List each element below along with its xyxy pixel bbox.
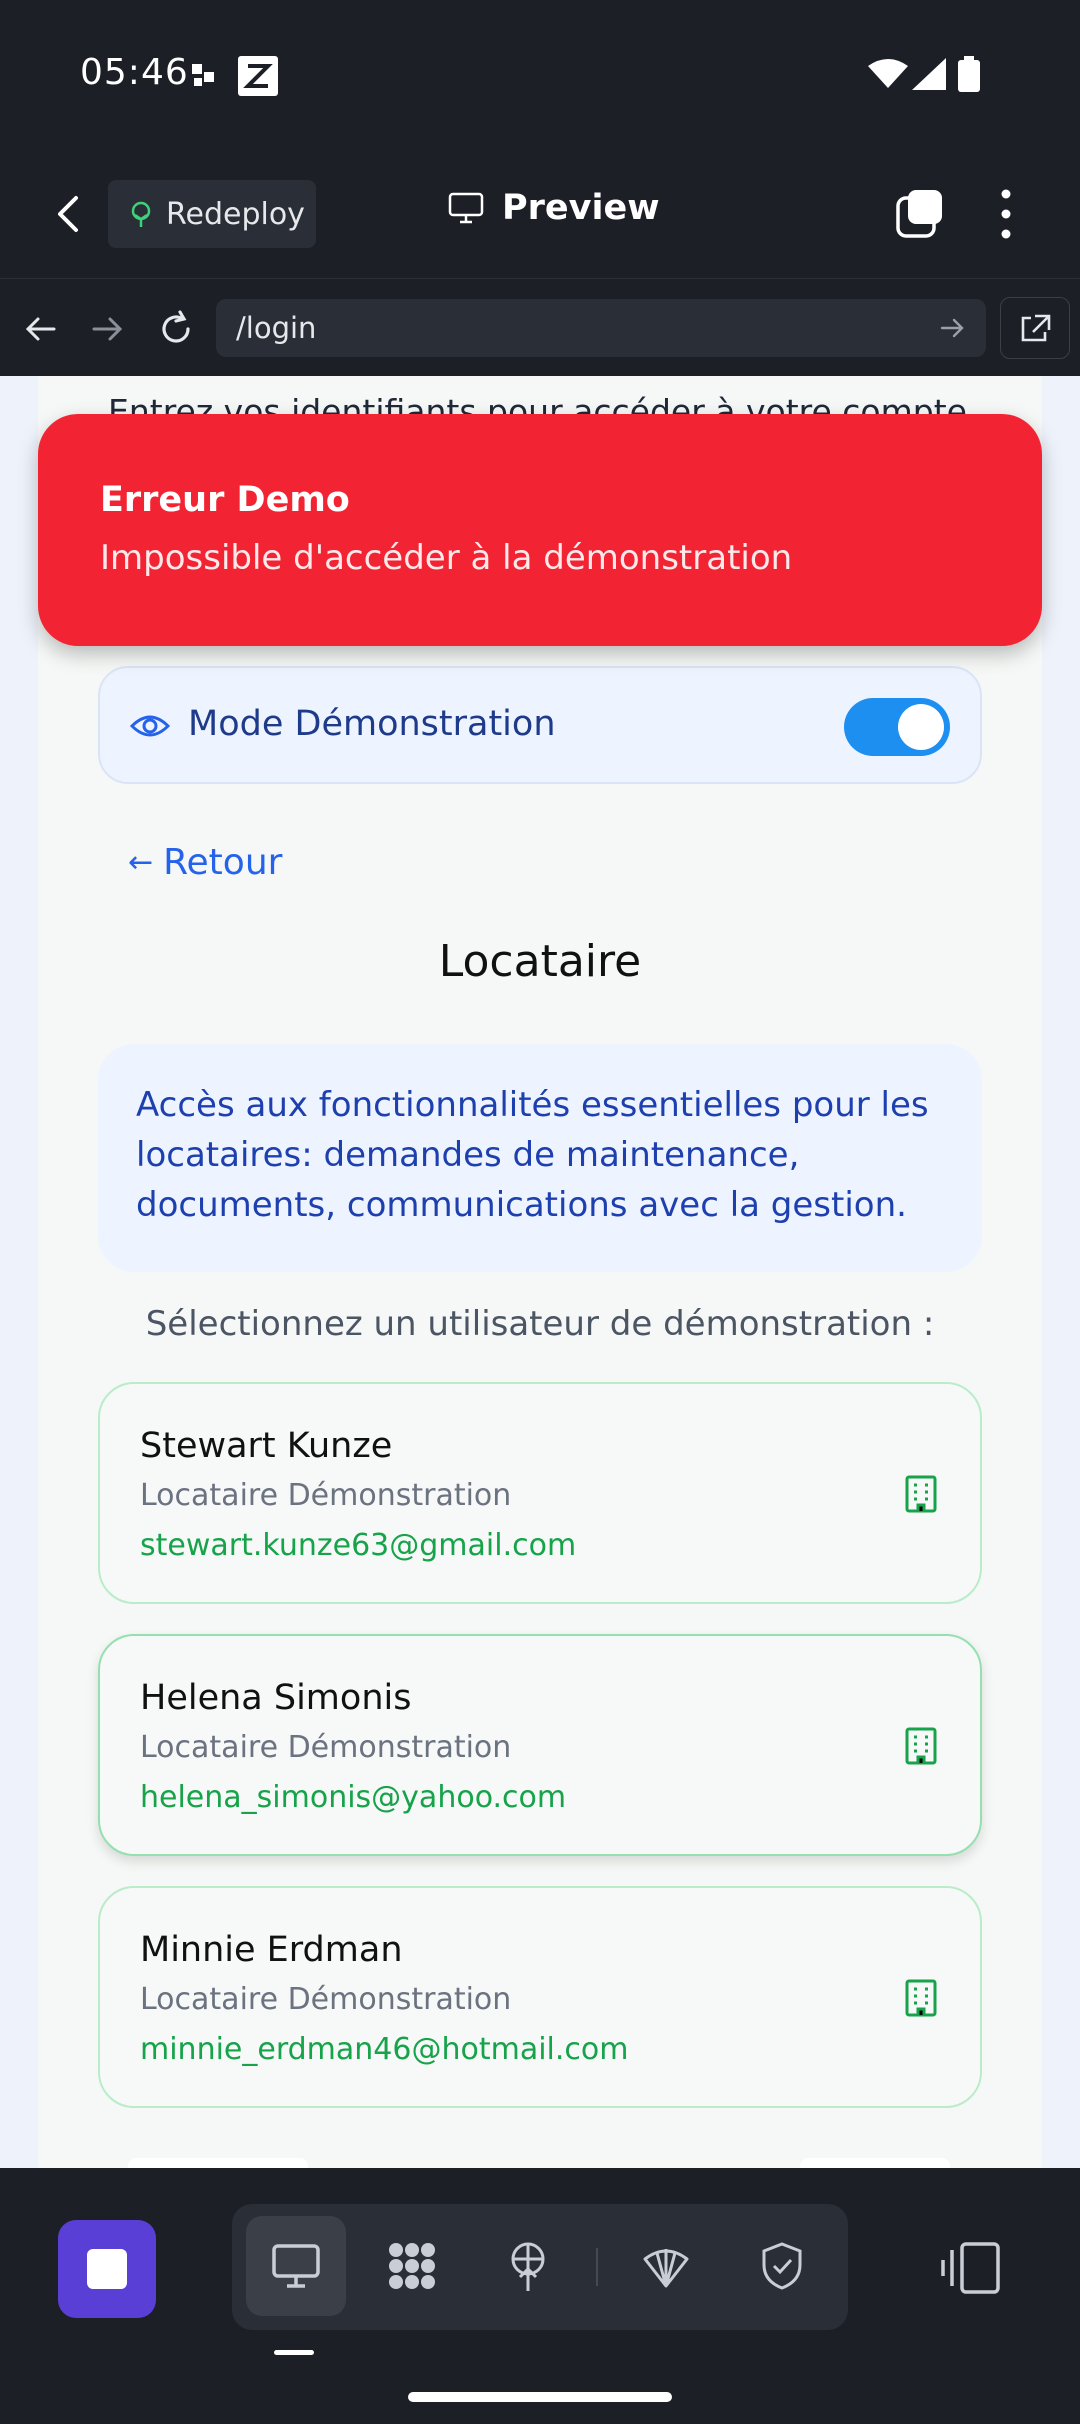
url-text: /login [236,311,317,345]
shield-check-icon [762,2242,802,2290]
deploy-icon [131,201,151,227]
open-external-button[interactable] [1000,297,1070,359]
bottom-toolbar [0,2168,1080,2424]
monitor-icon [272,2244,320,2288]
user-email: helena_simonis@yahoo.com [140,1780,567,1815]
signal-icon [912,58,946,90]
home-indicator[interactable] [408,2392,672,2402]
external-link-icon [1021,314,1051,342]
stop-icon [87,2249,127,2289]
tabs-icon[interactable] [896,188,944,238]
url-input[interactable]: /login [216,299,986,357]
user-name: Minnie Erdman [140,1930,403,1970]
user-email: minnie_erdman46@hotmail.com [140,2032,629,2067]
reload-icon[interactable] [156,309,196,349]
demo-mode-row: Mode Démonstration [98,666,982,784]
error-toast[interactable]: Erreur Demo Impossible d'accéder à la dé… [38,414,1042,646]
notification-icon [192,64,214,86]
preview-tool-button[interactable] [246,2216,346,2316]
back-link-label: Retour [163,842,283,883]
battery-icon [958,56,980,92]
user-role: Locataire Démonstration [140,1478,512,1513]
select-user-hint: Sélectionnez un utilisateur de démonstra… [145,1304,935,1344]
ai-tool-button[interactable] [616,2216,716,2316]
building-icon [905,1979,937,2017]
building-icon [905,1475,937,1513]
stop-button[interactable] [58,2220,156,2318]
wifi-icon [868,59,908,88]
services-tool-button[interactable] [362,2216,462,2316]
grid-dots-icon [389,2243,435,2289]
browser-back-icon[interactable] [20,309,60,349]
toast-title: Erreur Demo [100,480,350,520]
user-name: Helena Simonis [140,1678,412,1718]
role-description-box: Accès aux fonctionnalités essentielles p… [98,1044,982,1272]
partial-element [800,2158,950,2168]
more-options-icon[interactable] [990,186,1022,242]
monitor-icon [448,192,484,224]
role-description: Accès aux fonctionnalités essentielles p… [136,1085,929,1225]
status-time: 05:46 [80,52,189,93]
preview-title: Preview [448,188,660,228]
demo-mode-toggle[interactable] [844,698,950,756]
go-arrow-icon[interactable] [938,313,968,343]
toast-message: Impossible d'accéder à la démonstration [100,538,793,578]
preview-label: Preview [502,188,660,228]
back-link[interactable]: ← Retour [128,842,282,883]
security-tool-button[interactable] [732,2216,832,2316]
user-name: Stewart Kunze [140,1426,393,1466]
deploy-tool-button[interactable] [478,2216,578,2316]
tool-group [232,2204,848,2330]
left-arrow-icon: ← [128,845,154,880]
eye-icon [130,715,170,737]
back-arrow-icon[interactable] [48,190,92,238]
browser-forward-icon[interactable] [88,309,128,349]
active-tab-indicator [274,2350,314,2355]
demo-user-card[interactable]: Minnie Erdman Locataire Démonstration mi… [98,1886,982,2108]
building-icon [905,1727,937,1765]
shell-icon [643,2249,689,2288]
url-bar: /login [0,278,1080,376]
user-email: stewart.kunze63@gmail.com [140,1528,577,1563]
demo-user-card[interactable]: Stewart Kunze Locataire Démonstration st… [98,1382,982,1604]
app-header: Redeploy Preview [0,150,1080,278]
demo-mode-label: Mode Démonstration [188,704,556,744]
user-role: Locataire Démonstration [140,1982,512,2017]
redeploy-button[interactable]: Redeploy [108,180,316,248]
role-title: Locataire [438,936,642,987]
split-view-icon[interactable] [940,2240,1002,2296]
demo-user-card[interactable]: Helena Simonis Locataire Démonstration h… [98,1634,982,1856]
toggle-knob [898,704,944,750]
status-bar: 05:46 [0,0,1080,150]
user-role: Locataire Démonstration [140,1730,512,1765]
toolbar-divider [596,2248,598,2286]
partial-element [128,2158,308,2168]
app-notification-icon [238,56,278,96]
deploy-icon [511,2242,545,2291]
redeploy-label: Redeploy [166,196,305,232]
